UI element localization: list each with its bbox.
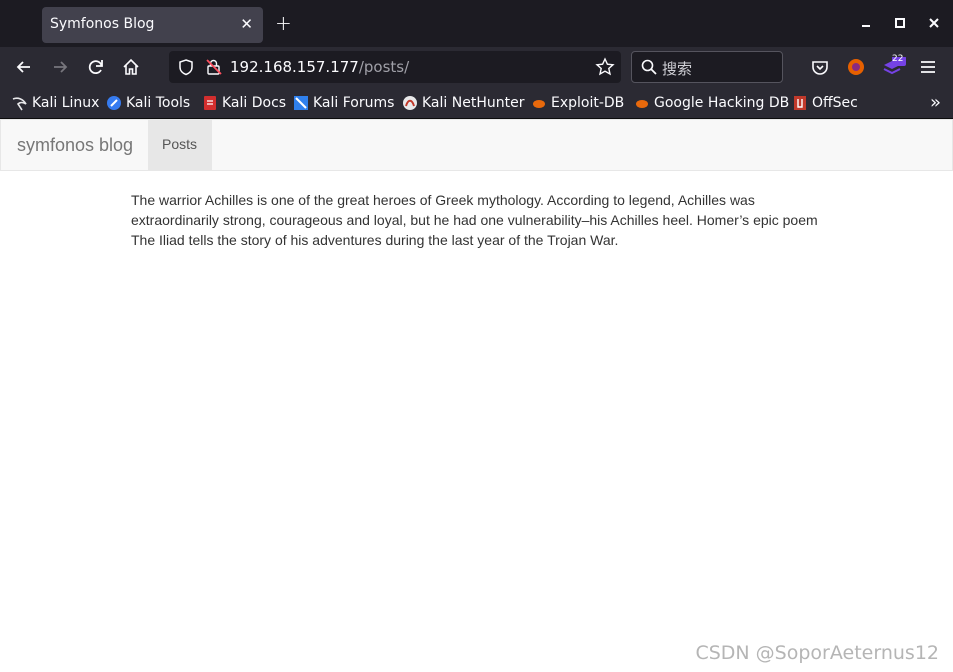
bookmark-label: Kali Tools [126, 95, 191, 111]
insecure-lock-icon[interactable] [205, 58, 223, 80]
tab-title: Symfonos Blog [50, 16, 155, 32]
bookmark-label: Kali Docs [222, 95, 287, 111]
post-body: The warrior Achilles is one of the great… [131, 192, 818, 248]
extension-badge-icon[interactable]: 22 [882, 54, 906, 77]
home-icon[interactable] [121, 57, 141, 77]
bookmark-kali-forums[interactable]: Kali Forums [293, 94, 394, 112]
bookmark-kali-nethunter[interactable]: Kali NetHunter [402, 94, 524, 112]
hamburger-menu-icon[interactable] [918, 57, 938, 77]
foxyproxy-extension-icon[interactable] [846, 57, 866, 77]
url-text[interactable]: 192.168.157.177/posts/ [230, 58, 409, 76]
nav-link-posts[interactable]: Posts [148, 120, 212, 170]
back-arrow-icon[interactable] [14, 57, 34, 77]
extension-badge-count: 22 [892, 54, 904, 64]
tab-strip: Symfonos Blog ✕ + [0, 0, 953, 47]
minimize-icon[interactable] [858, 15, 874, 31]
nethunter-icon [402, 95, 418, 111]
bookmark-exploit-db[interactable]: Exploit-DB [531, 94, 624, 112]
bookmark-kali-tools[interactable]: Kali Tools [106, 94, 190, 112]
ghdb-icon [634, 95, 650, 111]
url-bar[interactable]: 192.168.157.177/posts/ [169, 51, 621, 83]
new-tab-button[interactable]: + [275, 13, 292, 33]
kali-docs-icon [202, 95, 218, 111]
chevron-double-right-icon[interactable]: » [930, 92, 941, 113]
navigation-toolbar: 192.168.157.177/posts/ 搜索 22 [0, 47, 953, 88]
bookmark-kali-docs[interactable]: Kali Docs [202, 94, 286, 112]
kali-tools-icon [106, 95, 122, 111]
nav-link-label: Posts [162, 136, 198, 152]
bookmarks-toolbar: Kali Linux Kali Tools Kali Docs Kali For… [0, 88, 953, 119]
maximize-icon[interactable] [892, 15, 908, 31]
pocket-icon[interactable] [810, 57, 830, 77]
tab-symfonos-blog[interactable]: Symfonos Blog ✕ [42, 7, 263, 43]
site-navbar: symfonos blog Posts [0, 119, 953, 171]
forward-arrow-icon[interactable] [50, 57, 70, 77]
bookmark-offsec[interactable]: OffSec [792, 94, 858, 112]
bookmark-star-icon[interactable] [595, 57, 615, 81]
reload-icon[interactable] [86, 57, 106, 77]
shield-icon[interactable] [177, 58, 195, 80]
bookmark-google-hacking-db[interactable]: Google Hacking DB [634, 94, 789, 112]
kali-forums-icon [293, 95, 309, 111]
exploit-db-icon [531, 95, 547, 111]
watermark: CSDN @SoporAeternus12 [695, 642, 939, 664]
close-tab-icon[interactable]: ✕ [240, 15, 253, 33]
url-host: 192.168.157.177 [230, 58, 359, 76]
bookmark-label: Google Hacking DB [654, 95, 790, 111]
bookmark-label: OffSec [812, 95, 858, 111]
bookmark-label: Exploit-DB [551, 95, 625, 111]
search-placeholder: 搜索 [662, 60, 693, 78]
search-icon [640, 58, 658, 80]
bookmark-label: Kali Forums [313, 95, 395, 111]
close-window-icon[interactable] [926, 15, 942, 31]
site-brand-link[interactable]: symfonos blog [17, 135, 133, 156]
kali-dragon-icon [12, 95, 28, 111]
bookmark-kali-linux[interactable]: Kali Linux [12, 94, 99, 112]
search-bar[interactable]: 搜索 [631, 51, 783, 83]
bookmark-label: Kali Linux [32, 95, 100, 111]
offsec-icon [792, 95, 808, 111]
bookmark-label: Kali NetHunter [422, 95, 525, 111]
url-path: /posts/ [358, 58, 410, 76]
